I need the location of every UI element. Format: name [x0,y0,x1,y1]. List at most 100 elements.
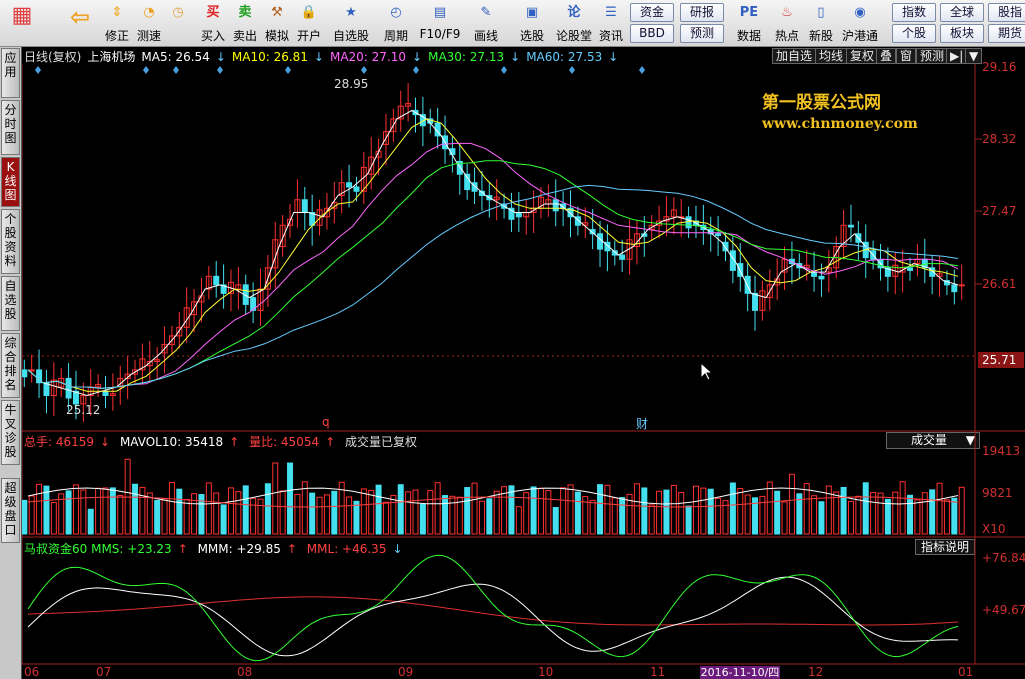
clock-icon: ◷ [172,5,184,20]
futures-stock-button[interactable]: 股指 [988,3,1025,22]
research-button[interactable]: 研报 [680,3,724,22]
volume-bar [892,491,899,535]
volume-bar [309,492,316,535]
tab-timeshare[interactable]: 分时图 [1,100,20,155]
simulate-button[interactable]: ⚒ 模拟 [262,2,292,45]
forecast-chart-button[interactable]: 预测 [916,48,949,64]
tab-profile[interactable]: 个股资料 [1,209,20,274]
toolbar-label: 自选股 [332,29,369,43]
speed2-button[interactable]: ◷ [164,2,192,45]
event-diamond-icon [501,66,507,74]
add-watchlist-button[interactable]: 加自选 [772,48,817,64]
buy-button[interactable]: 买买入 [198,2,228,45]
ma-line-button[interactable]: 均线 [815,48,848,64]
toolbar-label: 周期 [383,29,408,43]
forum-button[interactable]: 论论股堂 [556,2,592,45]
toolbar-label: 新股 [808,29,833,43]
tab-kline[interactable]: K线图 [1,157,20,207]
mouse-cursor-icon [700,362,714,381]
adjust-button[interactable]: 复权 [846,48,879,64]
tab-bullbear[interactable]: 牛叉诊股 [1,400,20,465]
global-button[interactable]: 全球 [940,3,984,22]
event-diamond-icon [217,66,223,74]
volume-bar [560,487,567,535]
new-stock-button[interactable]: ▯ 新股 [806,2,836,45]
volume-bar [419,503,426,535]
volume-bar [382,501,389,535]
period-icon: ◴ [390,5,402,20]
toolbar-label: 模拟 [264,29,289,43]
chart-canvas[interactable] [22,64,1025,679]
back-button[interactable]: ⇦ [60,2,100,45]
open-account-button[interactable]: 🔒 开户 [294,2,324,45]
tab-superboard[interactable]: 超级盘口 [1,478,20,543]
current-price-tag: 25.71 [978,352,1024,368]
candle-body [715,233,722,236]
event-marker-q: q [322,415,330,429]
tab-rank[interactable]: 综合排名 [1,333,20,398]
volume-bar [405,491,412,535]
volume-bar [663,489,670,535]
volume-bar [508,485,515,535]
volume-bar [43,485,50,535]
indicator-mms-line [27,554,959,662]
volume-bar [678,492,685,535]
candle-body [619,254,626,260]
hk-connect-button[interactable]: ◉ 沪港通 [840,2,880,45]
forecast-button[interactable]: 预测 [680,24,724,43]
event-diamond-icon [569,66,575,74]
volume-bar [360,488,367,535]
sell-button[interactable]: 卖卖出 [230,2,260,45]
f10-icon: ▤ [433,5,447,20]
tab-watchlist[interactable]: 自选股 [1,276,20,331]
single-stock-button[interactable]: 个股 [892,24,936,43]
f10-button[interactable]: ▤ F10/F9 [418,2,462,45]
bbd-button[interactable]: BBD [630,24,674,43]
watchlist-button[interactable]: ★ 自选股 [332,2,370,45]
volume-bar [220,504,227,535]
volume-bar [685,505,692,535]
period-button[interactable]: ◴ 周期 [378,2,414,45]
x-axis-label: 08 [237,665,253,679]
volume-bar [412,489,419,535]
window-button[interactable]: 窗 [896,48,917,64]
index-button[interactable]: 指数 [892,3,936,22]
select-stock-button[interactable]: ▣ 选股 [512,2,552,45]
tab-apply[interactable]: 应用 [1,48,20,98]
revise-button[interactable]: ⇕ 修正 [102,2,132,45]
volume-bar [331,490,338,535]
volume-bar [943,499,950,535]
futures-button[interactable]: 期货 [988,24,1025,43]
volume-bar [146,492,153,535]
buy-icon: 买 [206,5,220,20]
volume-bar [744,494,751,535]
fund-button[interactable]: 资金 [630,3,674,22]
volume-bar [589,499,596,535]
indicator-axis-label: +76.84 [982,551,1025,565]
home-button[interactable]: ▦ [2,2,42,45]
volume-bar [117,494,124,535]
price-axis-label: 29.16 [982,60,1017,74]
pe-icon: PE [739,5,759,20]
menu-dropdown-button[interactable]: ▼ [965,48,983,64]
candle-body [65,377,72,399]
event-diamond-icon [285,66,291,74]
event-diamond-icon [413,66,419,74]
news-button[interactable]: ☰ 资讯 [596,2,626,45]
volume-bar [353,500,360,535]
hot-button[interactable]: ♨ 热点 [772,2,802,45]
drawline-button[interactable]: ✎ 画线 [466,2,506,45]
overlay-button[interactable]: 叠 [876,48,897,64]
candle-body [213,275,220,286]
volume-bar [611,497,618,535]
sector-button[interactable]: 板块 [940,24,984,43]
price-axis-label: 28.32 [982,132,1017,146]
volume-bar [604,484,611,535]
event-diamond-icon [143,66,149,74]
volume-bar [921,492,928,535]
speed-test-button[interactable]: ◔ 测速 [134,2,164,45]
volume-bar [109,487,116,535]
data-button[interactable]: PE 数据 [734,2,764,45]
ipo-icon: ▯ [817,5,825,20]
candle-body [552,199,559,212]
